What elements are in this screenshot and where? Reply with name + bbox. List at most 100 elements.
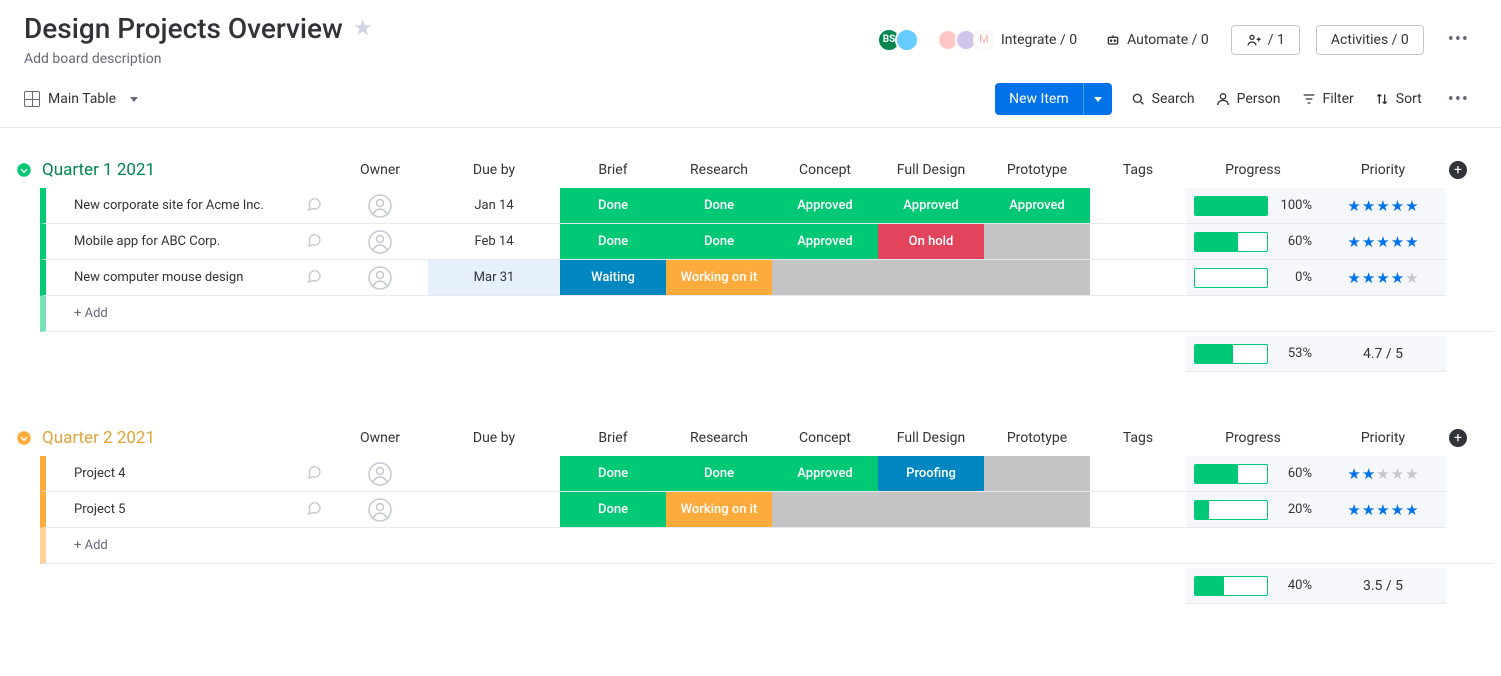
member-avatars[interactable]: BS (883, 28, 919, 52)
status-cell[interactable]: Done (560, 456, 666, 492)
tags-cell[interactable] (1090, 492, 1186, 528)
tags-cell[interactable] (1090, 260, 1186, 296)
status-cell[interactable] (878, 260, 984, 296)
status-cell[interactable]: On hold (878, 224, 984, 260)
add-column-button[interactable]: + (1446, 161, 1470, 179)
status-cell[interactable] (772, 492, 878, 528)
progress-cell[interactable]: 60% (1186, 456, 1320, 492)
column-header-owner[interactable]: Owner (332, 430, 428, 446)
owner-cell[interactable] (332, 456, 428, 492)
column-header-progress[interactable]: Progress (1186, 162, 1320, 178)
status-cell[interactable]: Waiting (560, 260, 666, 296)
column-header-research[interactable]: Research (666, 162, 772, 178)
owner-cell[interactable] (332, 260, 428, 296)
column-header-owner[interactable]: Owner (332, 162, 428, 178)
column-header-prototype[interactable]: Prototype (984, 430, 1090, 446)
item-name-cell[interactable]: Mobile app for ABC Corp. (40, 224, 332, 260)
integrate-button[interactable]: M Integrate / 0 (935, 25, 1083, 55)
status-cell[interactable]: Working on it (666, 492, 772, 528)
add-item-row[interactable]: + Add (8, 296, 1493, 332)
status-cell[interactable]: Working on it (666, 260, 772, 296)
invite-button[interactable]: / 1 (1231, 25, 1300, 55)
priority-cell[interactable]: ★★★★★ (1320, 188, 1446, 224)
priority-cell[interactable]: ★★★★★ (1320, 260, 1446, 296)
group-collapse-toggle[interactable] (8, 161, 40, 179)
status-cell[interactable] (984, 224, 1090, 260)
chat-icon[interactable] (306, 464, 322, 484)
board-more-menu[interactable]: ••• (1440, 25, 1477, 54)
progress-cell[interactable]: 60% (1186, 224, 1320, 260)
person-filter-button[interactable]: Person (1213, 87, 1283, 111)
column-header-full-design[interactable]: Full Design (878, 162, 984, 178)
tags-cell[interactable] (1090, 188, 1186, 224)
status-cell[interactable] (984, 260, 1090, 296)
owner-cell[interactable] (332, 188, 428, 224)
new-item-dropdown[interactable] (1083, 83, 1112, 115)
column-header-prototype[interactable]: Prototype (984, 162, 1090, 178)
status-cell[interactable] (984, 456, 1090, 492)
status-cell[interactable]: Proofing (878, 456, 984, 492)
column-header-due[interactable]: Due by (428, 162, 560, 178)
column-header-concept[interactable]: Concept (772, 430, 878, 446)
star-icon[interactable]: ★ (353, 16, 373, 41)
tags-cell[interactable] (1090, 224, 1186, 260)
priority-cell[interactable]: ★★★★★ (1320, 492, 1446, 528)
group-name[interactable]: Quarter 2 2021 (40, 428, 332, 448)
due-date-cell[interactable] (428, 456, 560, 492)
item-name-cell[interactable]: New corporate site for Acme Inc. (40, 188, 332, 224)
column-header-due[interactable]: Due by (428, 430, 560, 446)
tags-cell[interactable] (1090, 456, 1186, 492)
owner-cell[interactable] (332, 224, 428, 260)
add-column-button[interactable]: + (1446, 429, 1470, 447)
new-item-button[interactable]: New Item (995, 83, 1112, 115)
column-header-priority[interactable]: Priority (1320, 162, 1446, 178)
column-header-tags[interactable]: Tags (1090, 162, 1186, 178)
due-date-cell[interactable] (428, 492, 560, 528)
chat-icon[interactable] (306, 196, 322, 216)
status-cell[interactable] (772, 260, 878, 296)
group-collapse-toggle[interactable] (8, 429, 40, 447)
priority-cell[interactable]: ★★★★★ (1320, 456, 1446, 492)
status-cell[interactable]: Done (560, 188, 666, 224)
status-cell[interactable]: Done (666, 224, 772, 260)
sort-button[interactable]: Sort (1372, 87, 1424, 111)
view-tab-main-table[interactable]: Main Table (24, 91, 138, 107)
filter-button[interactable]: Filter (1299, 87, 1356, 111)
search-button[interactable]: Search (1128, 87, 1197, 111)
column-header-brief[interactable]: Brief (560, 162, 666, 178)
group-name[interactable]: Quarter 1 2021 (40, 160, 332, 180)
chat-icon[interactable] (306, 500, 322, 520)
status-cell[interactable]: Done (666, 188, 772, 224)
progress-cell[interactable]: 20% (1186, 492, 1320, 528)
item-name-cell[interactable]: New computer mouse design (40, 260, 332, 296)
due-date-cell[interactable]: Jan 14 (428, 188, 560, 224)
due-date-cell[interactable]: Feb 14 (428, 224, 560, 260)
board-description[interactable]: Add board description (24, 51, 867, 67)
automate-button[interactable]: Automate / 0 (1099, 28, 1215, 52)
item-name-cell[interactable]: Project 4 (40, 456, 332, 492)
status-cell[interactable]: Done (560, 224, 666, 260)
item-name-cell[interactable]: Project 5 (40, 492, 332, 528)
chat-icon[interactable] (306, 232, 322, 252)
status-cell[interactable] (878, 492, 984, 528)
progress-cell[interactable]: 0% (1186, 260, 1320, 296)
owner-cell[interactable] (332, 492, 428, 528)
priority-cell[interactable]: ★★★★★ (1320, 224, 1446, 260)
column-header-full-design[interactable]: Full Design (878, 430, 984, 446)
status-cell[interactable] (984, 492, 1090, 528)
column-header-brief[interactable]: Brief (560, 430, 666, 446)
activities-button[interactable]: Activities / 0 (1316, 25, 1424, 55)
column-header-tags[interactable]: Tags (1090, 430, 1186, 446)
status-cell[interactable]: Approved (984, 188, 1090, 224)
column-header-research[interactable]: Research (666, 430, 772, 446)
status-cell[interactable]: Approved (878, 188, 984, 224)
status-cell[interactable]: Done (560, 492, 666, 528)
due-date-cell[interactable]: Mar 31 (428, 260, 560, 296)
status-cell[interactable]: Done (666, 456, 772, 492)
column-header-progress[interactable]: Progress (1186, 430, 1320, 446)
status-cell[interactable]: Approved (772, 188, 878, 224)
column-header-priority[interactable]: Priority (1320, 430, 1446, 446)
status-cell[interactable]: Approved (772, 456, 878, 492)
progress-cell[interactable]: 100% (1186, 188, 1320, 224)
toolbar-more-menu[interactable]: ••• (1440, 85, 1477, 114)
